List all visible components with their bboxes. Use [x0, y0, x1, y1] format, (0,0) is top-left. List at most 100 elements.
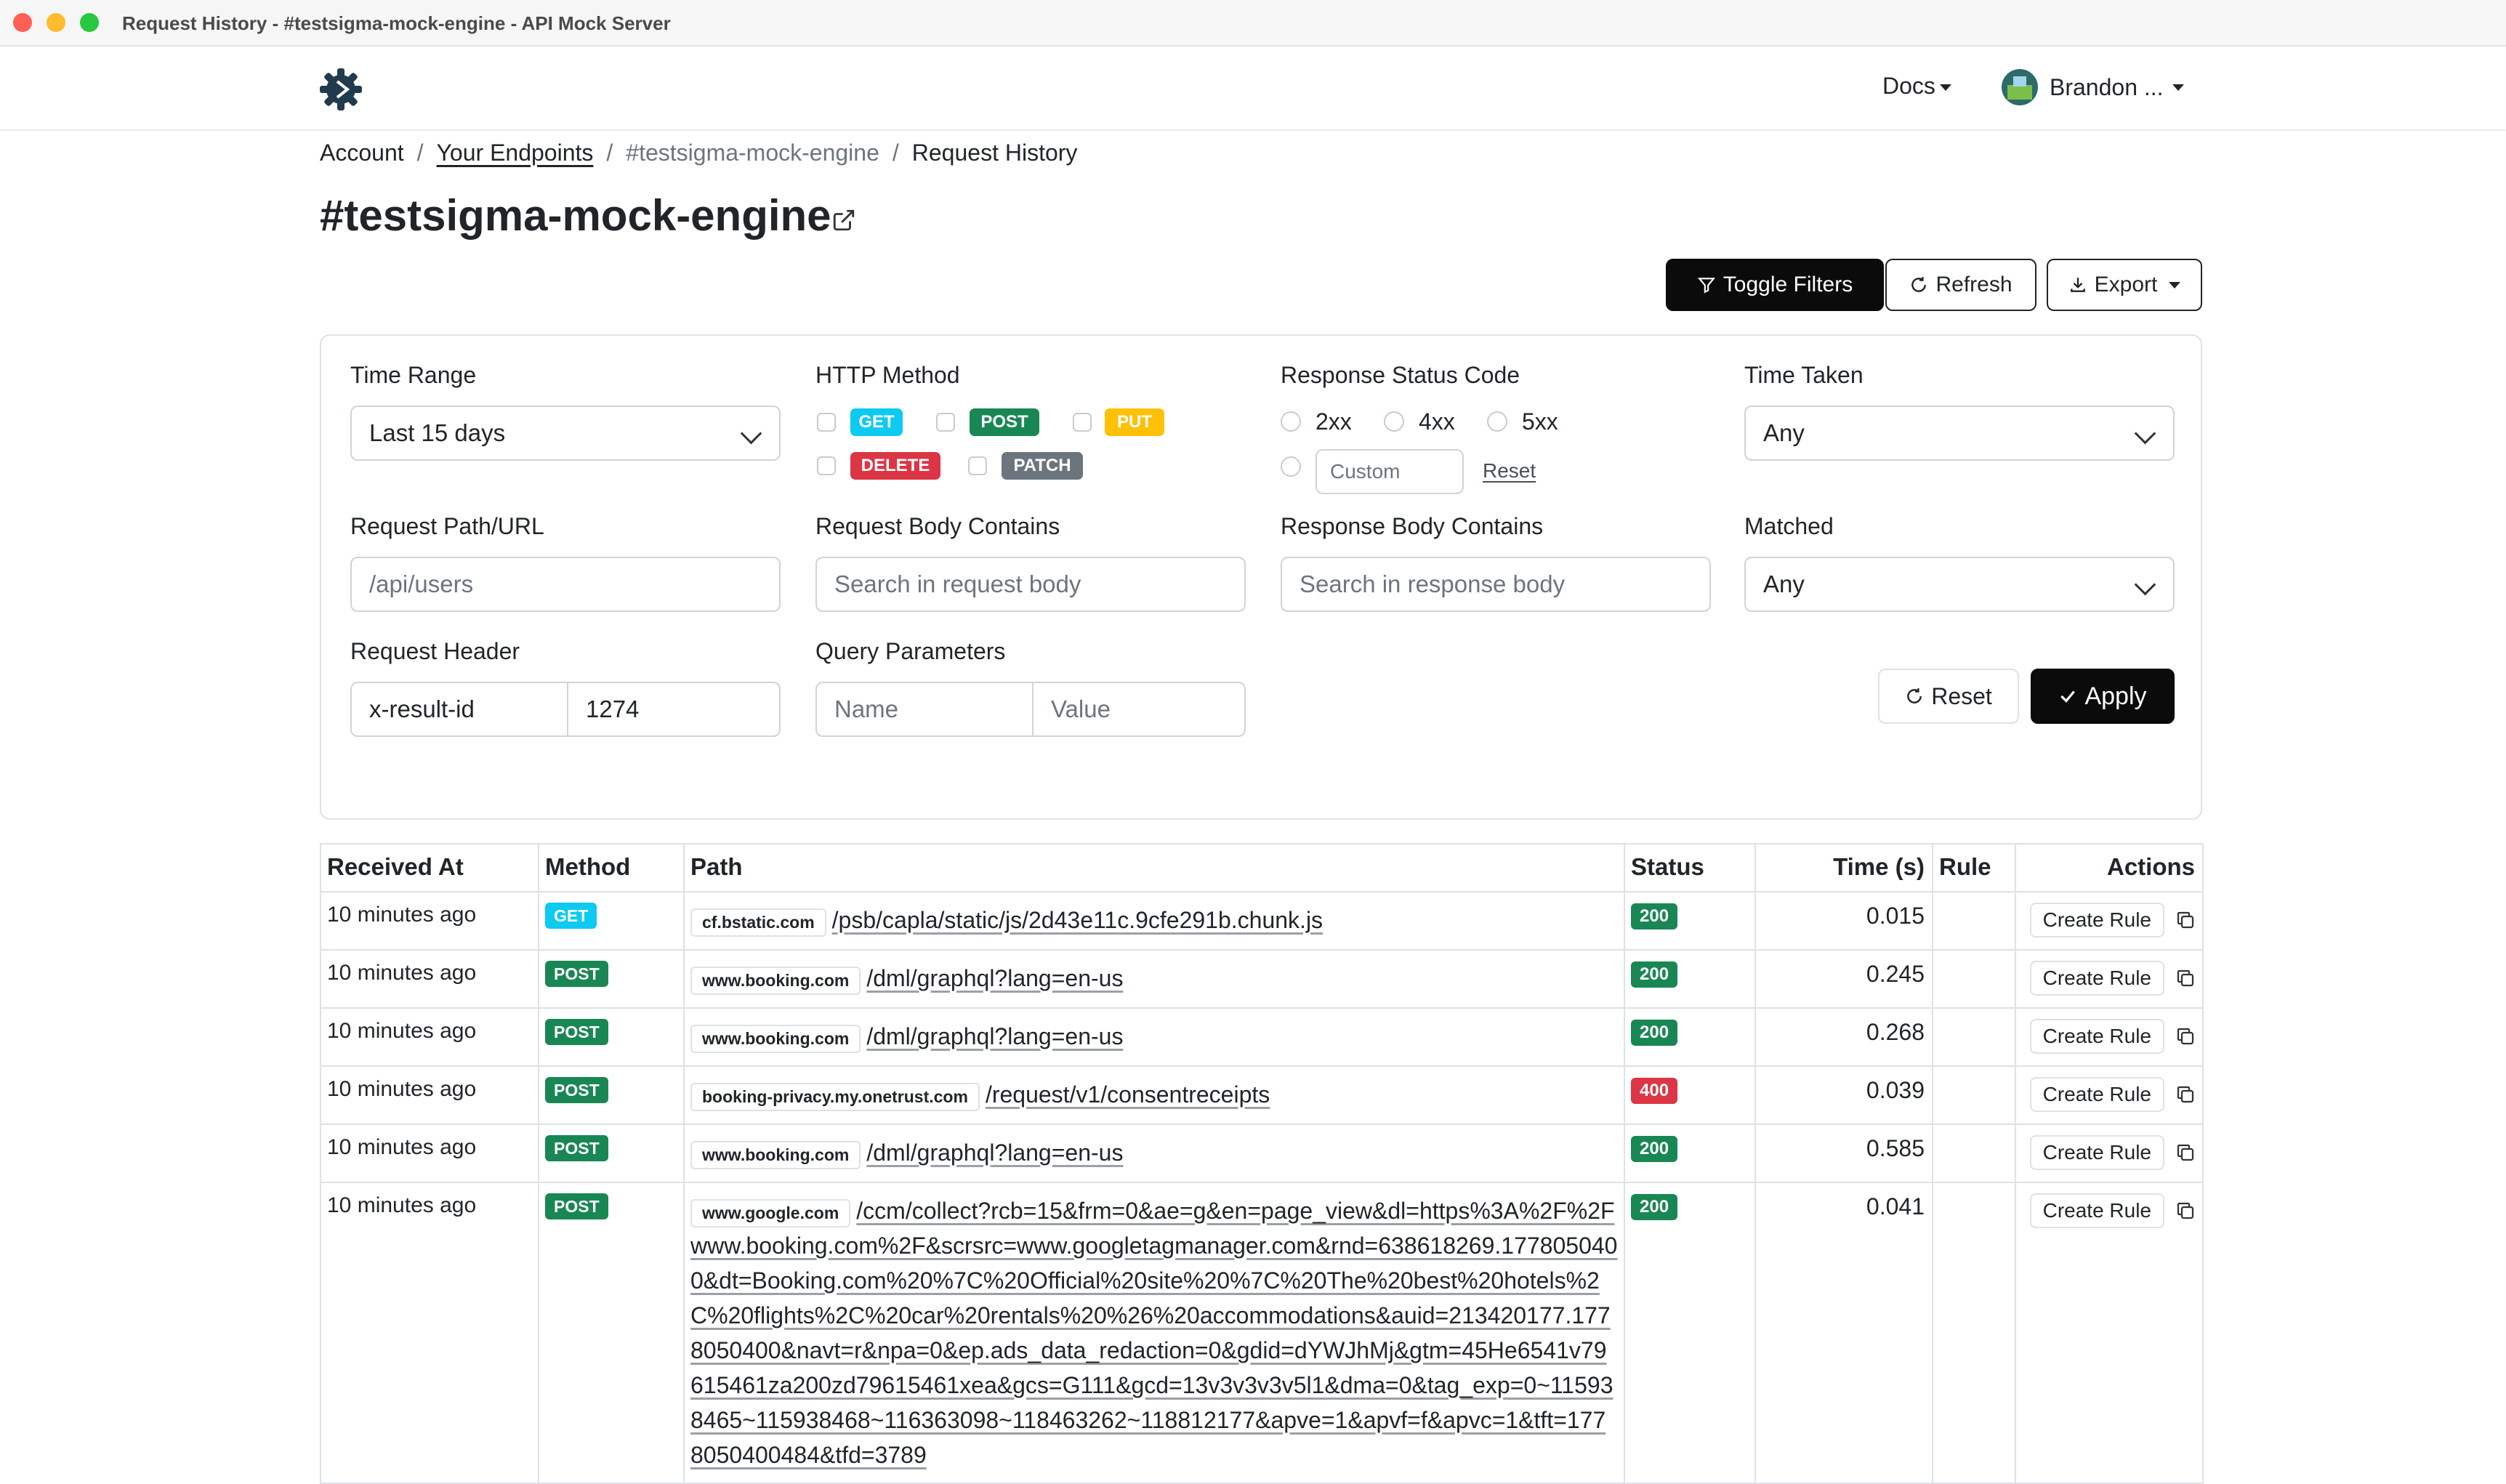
- method-put-badge: PUT: [1105, 408, 1164, 436]
- matched-select[interactable]: Any: [1744, 557, 2175, 612]
- method-post-checkbox[interactable]: [936, 413, 955, 432]
- request-path-link[interactable]: /dml/graphql?lang=en-us: [866, 965, 1123, 991]
- rule-cell: [1932, 1065, 2016, 1125]
- status-badge: 200: [1631, 903, 1678, 929]
- received-at: 10 minutes ago: [320, 1124, 539, 1183]
- query-value-input[interactable]: Value: [1032, 683, 1244, 735]
- request-path-link[interactable]: /request/v1/consentreceipts: [986, 1081, 1270, 1108]
- user-menu[interactable]: Brandon ...: [2002, 67, 2184, 108]
- copy-icon[interactable]: [2175, 967, 2196, 989]
- copy-icon[interactable]: [2175, 909, 2196, 931]
- query-name-input[interactable]: Name: [817, 683, 1032, 735]
- breadcrumb-account[interactable]: Account: [320, 140, 404, 166]
- request-history-table: Received At Method Path Status Time (s) …: [320, 843, 2204, 1484]
- refresh-label: Refresh: [1935, 273, 2013, 297]
- breadcrumb-your-endpoints[interactable]: Your Endpoints: [437, 140, 594, 166]
- copy-icon[interactable]: [2175, 1025, 2196, 1047]
- table-row: 10 minutes ago POST www.booking.com/dml/…: [320, 1124, 2204, 1183]
- status-reset-link[interactable]: Reset: [1483, 459, 1536, 483]
- chevron-down-icon: [2134, 573, 2156, 596]
- minimize-window-button[interactable]: [47, 13, 65, 32]
- status-badge: 200: [1631, 1136, 1678, 1162]
- header-name-input[interactable]: x-result-id: [352, 683, 567, 735]
- toggle-filters-label: Toggle Filters: [1723, 273, 1853, 297]
- request-path-link[interactable]: /dml/graphql?lang=en-us: [866, 1023, 1123, 1049]
- rule-cell: [1932, 1007, 2016, 1067]
- method-badge: POST: [545, 1019, 608, 1045]
- status-2xx-label: 2xx: [1316, 408, 1352, 435]
- apply-filters-button[interactable]: Apply: [2031, 669, 2175, 724]
- app-logo-icon[interactable]: [318, 67, 363, 112]
- method-badge: POST: [545, 1135, 608, 1161]
- chevron-down-icon: [740, 422, 762, 445]
- method-get-checkbox[interactable]: [817, 413, 836, 432]
- method-patch-checkbox[interactable]: [968, 456, 987, 475]
- copy-icon[interactable]: [2175, 1142, 2196, 1164]
- create-rule-button[interactable]: Create Rule: [2029, 903, 2164, 937]
- col-status[interactable]: Status: [1624, 843, 1756, 892]
- request-path-link[interactable]: /ccm/collect?rcb=15&frm=0&ae=g&en=page_v…: [690, 1198, 1617, 1468]
- zoom-window-button[interactable]: [80, 13, 99, 32]
- request-path-label: Request Path/URL: [350, 513, 544, 539]
- method-badge: POST: [545, 1077, 608, 1103]
- matched-value: Any: [1763, 570, 1805, 597]
- request-body-input[interactable]: Search in request body: [815, 557, 1246, 612]
- col-path[interactable]: Path: [683, 843, 1625, 892]
- create-rule-button[interactable]: Create Rule: [2029, 1135, 2164, 1170]
- time-taken: 0.585: [1754, 1124, 1933, 1183]
- filters-card: Time Range Last 15 days HTTP Method GET …: [320, 334, 2202, 820]
- status-5xx-radio[interactable]: [1487, 411, 1507, 432]
- method-put-checkbox[interactable]: [1073, 413, 1092, 432]
- create-rule-button[interactable]: Create Rule: [2029, 1019, 2164, 1054]
- toggle-filters-button[interactable]: Toggle Filters: [1666, 259, 1884, 311]
- caret-down-icon: [2169, 281, 2181, 289]
- response-body-input[interactable]: Search in response body: [1281, 557, 1711, 612]
- window-titlebar: Request History - #testsigma-mock-engine…: [0, 0, 2506, 47]
- method-patch-badge: PATCH: [1002, 452, 1083, 480]
- time-range-select[interactable]: Last 15 days: [350, 406, 781, 461]
- request-path-link[interactable]: /dml/graphql?lang=en-us: [866, 1140, 1123, 1166]
- status-custom-radio[interactable]: [1281, 456, 1301, 477]
- method-badge: POST: [545, 1193, 608, 1219]
- method-delete-badge: DELETE: [850, 452, 940, 480]
- col-time[interactable]: Time (s): [1754, 843, 1933, 892]
- col-rule[interactable]: Rule: [1932, 843, 2016, 892]
- query-params-group: Name Value: [815, 682, 1246, 737]
- refresh-button[interactable]: Refresh: [1885, 259, 2036, 311]
- refresh-icon: [1911, 277, 1927, 292]
- header-value-input[interactable]: 1274: [567, 683, 779, 735]
- time-range-label: Time Range: [350, 362, 477, 388]
- method-badge: POST: [545, 961, 608, 987]
- request-path-link[interactable]: /psb/capla/static/js/2d43e11c.9cfe291b.c…: [832, 907, 1323, 933]
- time-taken: 0.268: [1754, 1007, 1933, 1067]
- col-method[interactable]: Method: [538, 843, 685, 892]
- time-taken: 0.245: [1754, 949, 1933, 1009]
- breadcrumb-endpoint[interactable]: #testsigma-mock-engine: [626, 140, 879, 166]
- request-body-label: Request Body Contains: [815, 513, 1060, 539]
- status-badge: 400: [1631, 1078, 1678, 1104]
- close-window-button[interactable]: [13, 13, 32, 32]
- create-rule-button[interactable]: Create Rule: [2029, 1193, 2164, 1228]
- request-path-input[interactable]: /api/users: [350, 557, 781, 612]
- custom-status-input[interactable]: Custom: [1316, 449, 1464, 494]
- status-2xx-radio[interactable]: [1281, 411, 1301, 432]
- create-rule-button[interactable]: Create Rule: [2029, 961, 2164, 996]
- status-4xx-radio[interactable]: [1384, 411, 1404, 432]
- copy-icon[interactable]: [2175, 1200, 2196, 1222]
- http-method-label: HTTP Method: [815, 362, 960, 388]
- method-delete-checkbox[interactable]: [817, 456, 836, 475]
- copy-icon[interactable]: [2175, 1084, 2196, 1105]
- table-row: 10 minutes ago POST booking-privacy.my.o…: [320, 1065, 2204, 1125]
- external-link-icon[interactable]: [831, 208, 856, 233]
- time-taken-select[interactable]: Any: [1744, 406, 2175, 461]
- create-rule-button[interactable]: Create Rule: [2029, 1077, 2164, 1112]
- export-button[interactable]: Export: [2047, 259, 2202, 311]
- page-title: #testsigma-mock-engine: [320, 191, 831, 240]
- time-taken: 0.041: [1754, 1182, 1933, 1484]
- col-received-at[interactable]: Received At: [320, 843, 539, 892]
- docs-label: Docs: [1882, 73, 1935, 99]
- docs-menu[interactable]: Docs: [1882, 73, 1951, 100]
- received-at: 10 minutes ago: [320, 1065, 539, 1125]
- check-icon: [2060, 690, 2076, 703]
- reset-filters-button[interactable]: Reset: [1878, 669, 2019, 724]
